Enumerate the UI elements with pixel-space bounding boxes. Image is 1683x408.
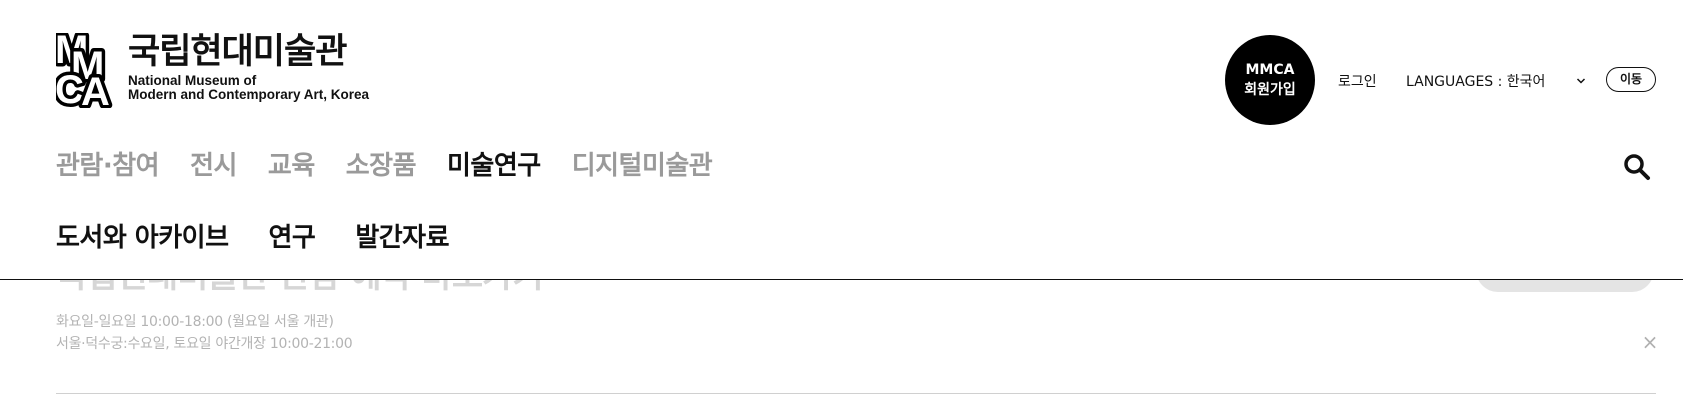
logo-name-kr: 국립현대미술관 bbox=[128, 32, 347, 72]
language-label: LANGUAGES : 한국어 bbox=[1406, 74, 1546, 90]
join-label-line2: 회원가입 bbox=[1244, 82, 1296, 98]
logo-name-en-line1: National Museum of bbox=[128, 73, 257, 88]
mmca-logo-mark: M M M M C C A A bbox=[56, 33, 113, 108]
go-button[interactable]: 이동 bbox=[1606, 67, 1656, 92]
close-icon[interactable]: × bbox=[1640, 332, 1660, 352]
site-header: M M M M C C A A 국립현대미술관 National Museum … bbox=[0, 0, 1683, 280]
opening-hours: 화요일-일요일 10:00-18:00 (월요일 서울 개관) 서울·덕수궁:수… bbox=[56, 311, 353, 355]
hours-line: 화요일-일요일 10:00-18:00 (월요일 서울 개관) bbox=[56, 314, 334, 330]
nav-item-research[interactable]: 미술연구 bbox=[447, 150, 541, 182]
site-logo[interactable]: M M M M C C A A 국립현대미술관 National Museum … bbox=[56, 33, 369, 108]
sub-nav-item-library-archive[interactable]: 도서와 아카이브 bbox=[56, 222, 229, 254]
chevron-down-icon bbox=[1577, 78, 1586, 84]
sub-nav: 도서와 아카이브 연구 발간자료 bbox=[56, 222, 489, 254]
hours-line: 서울·덕수궁:수요일, 토요일 야간개장 10:00-21:00 bbox=[56, 336, 353, 352]
search-button[interactable] bbox=[1622, 152, 1652, 182]
join-label-line1: MMCA bbox=[1245, 62, 1295, 78]
logo-text: 국립현대미술관 National Museum of Modern and Co… bbox=[128, 33, 369, 102]
language-select[interactable]: LANGUAGES : 한국어 bbox=[1406, 71, 1587, 91]
search-icon bbox=[1624, 154, 1650, 180]
main-nav: 관람·참여 전시 교육 소장품 미술연구 디지털미술관 bbox=[56, 150, 743, 182]
mmca-join-button[interactable]: MMCA 회원가입 bbox=[1225, 35, 1315, 125]
nav-item-exhibitions[interactable]: 전시 bbox=[190, 150, 237, 182]
login-link[interactable]: 로그인 bbox=[1338, 71, 1377, 91]
nav-item-education[interactable]: 교육 bbox=[268, 150, 315, 182]
logo-letter-c-fill: C bbox=[56, 68, 84, 108]
nav-item-collection[interactable]: 소장품 bbox=[346, 150, 417, 182]
nav-item-visit[interactable]: 관람·참여 bbox=[56, 150, 160, 182]
sub-nav-item-research[interactable]: 연구 bbox=[269, 222, 316, 254]
logo-name-en-line2: Modern and Contemporary Art, Korea bbox=[128, 87, 370, 102]
nav-item-digital[interactable]: 디지털미술관 bbox=[572, 150, 713, 182]
logo-letter-a-fill: A bbox=[81, 70, 110, 108]
divider bbox=[56, 393, 1656, 394]
sub-nav-item-publications[interactable]: 발간자료 bbox=[355, 222, 449, 254]
